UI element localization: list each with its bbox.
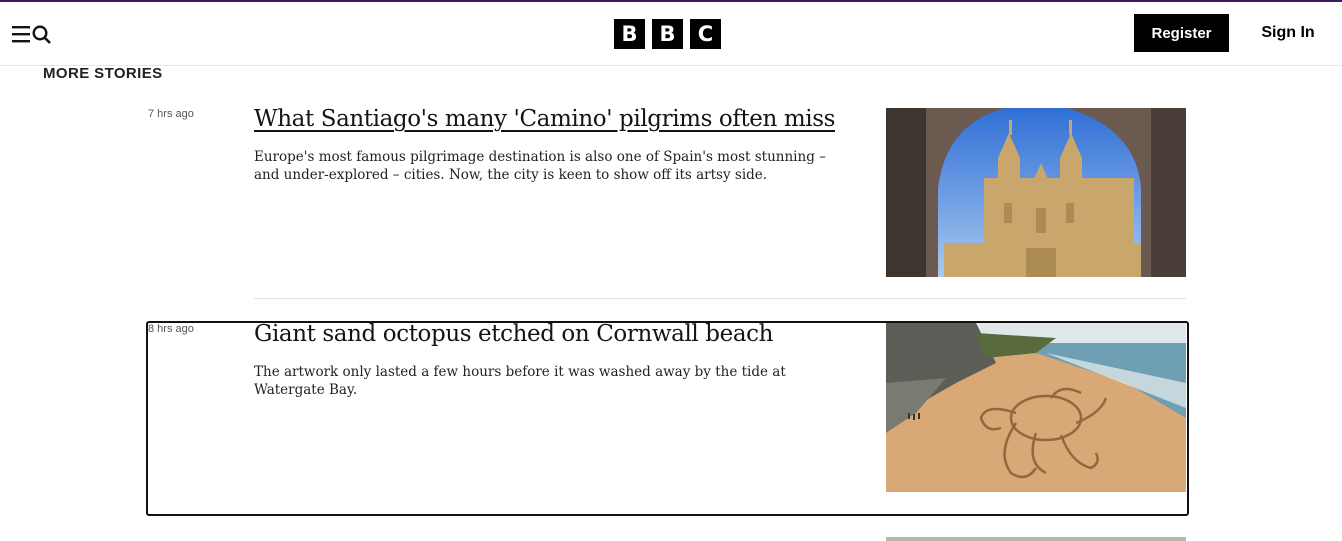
story-summary: Europe's most famous pilgrimage destinat…: [254, 149, 826, 183]
story-headline[interactable]: What Santiago's many 'Camino' pilgrims o…: [254, 106, 835, 132]
logo-letter-c: C: [690, 19, 721, 49]
story-timestamp: 8 hrs ago: [148, 323, 194, 335]
logo-letter-b1: B: [614, 19, 645, 49]
story-image-sand-octopus[interactable]: [886, 323, 1186, 492]
story-timestamp: 7 hrs ago: [148, 108, 194, 120]
register-button[interactable]: Register: [1134, 14, 1229, 52]
sign-in-button[interactable]: Sign In: [1246, 14, 1330, 52]
logo-letter-b2: B: [652, 19, 683, 49]
story-image-cathedral[interactable]: [886, 108, 1186, 277]
bbc-logo[interactable]: B B C: [614, 19, 721, 49]
site-header: B B C Register Sign In: [0, 2, 1342, 66]
menu-search-button[interactable]: [12, 24, 54, 46]
search-icon: [32, 25, 51, 44]
story-image-partial[interactable]: [886, 537, 1186, 541]
story-summary: The artwork only lasted a few hours befo…: [254, 364, 786, 398]
section-title: MORE STORIES: [43, 65, 163, 82]
story-headline[interactable]: Giant sand octopus etched on Cornwall be…: [254, 321, 773, 347]
story-divider: [254, 298, 1186, 299]
